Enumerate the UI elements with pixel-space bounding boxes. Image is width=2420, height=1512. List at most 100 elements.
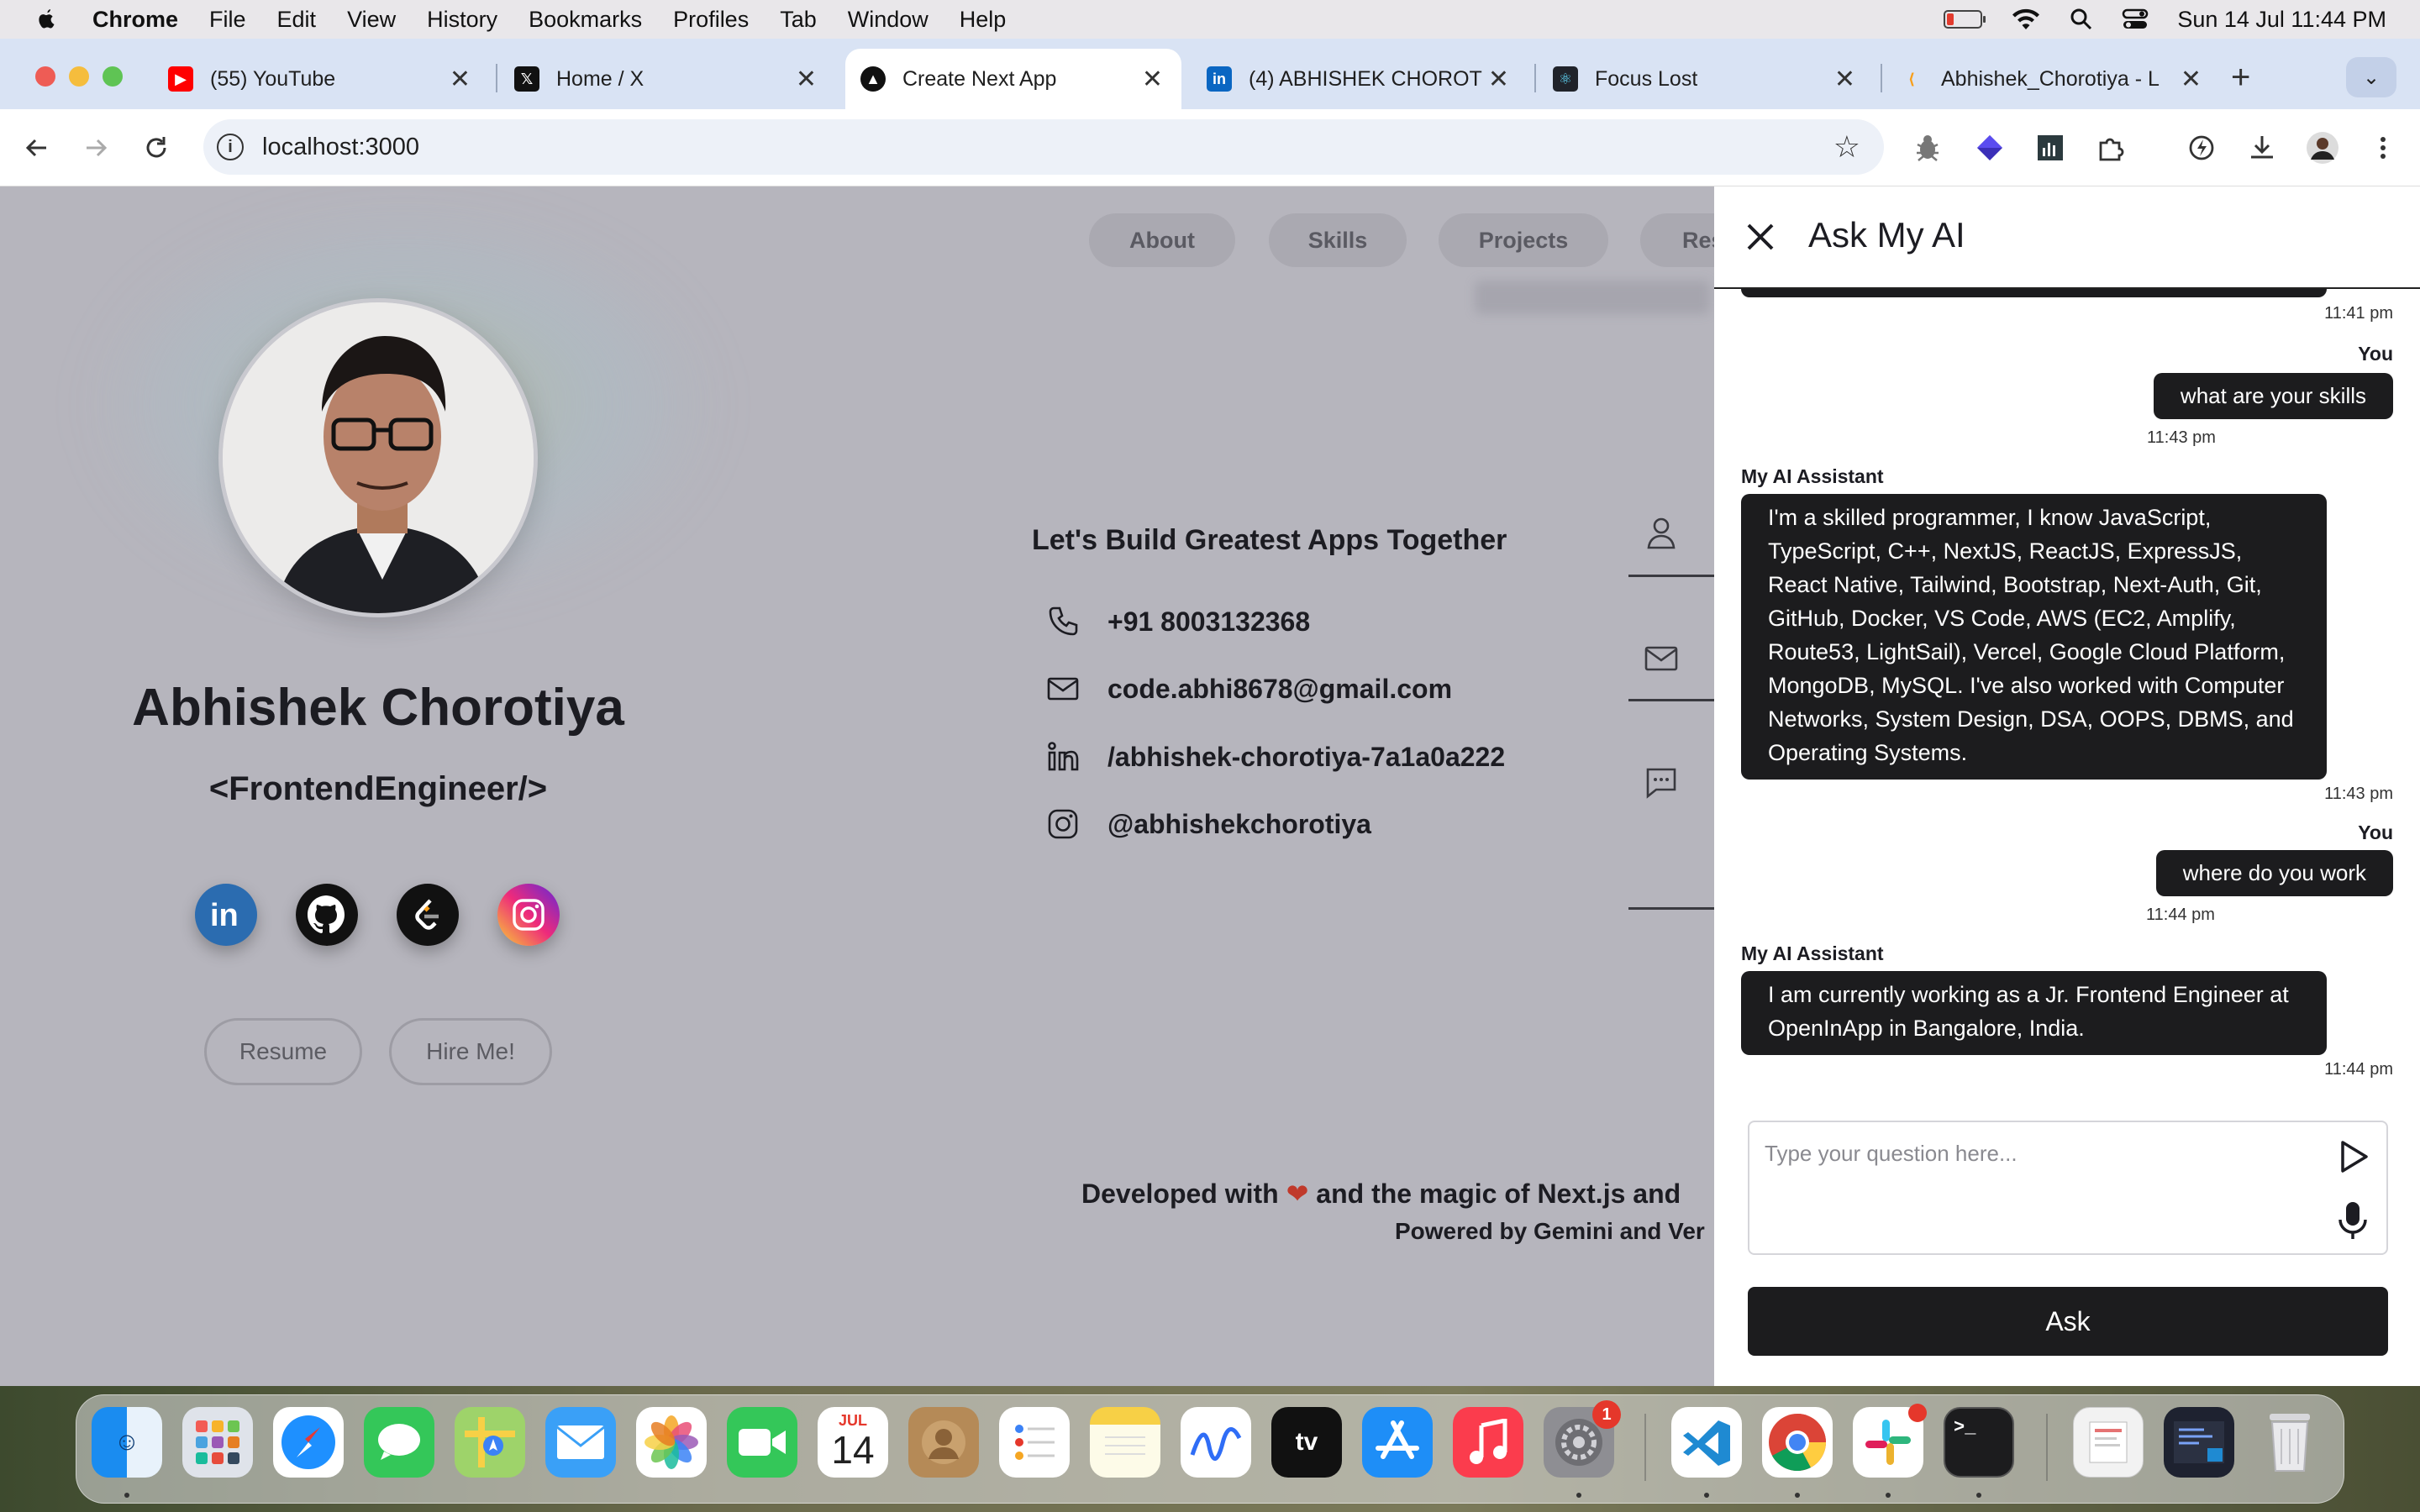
tab-youtube[interactable]: ▶ (55) YouTube ✕ xyxy=(153,49,489,109)
ask-button[interactable]: Ask xyxy=(1748,1287,2388,1356)
notes-icon[interactable] xyxy=(1090,1407,1160,1478)
forward-button[interactable] xyxy=(76,128,116,168)
recent-window-icon[interactable] xyxy=(2164,1407,2234,1478)
mail-icon[interactable] xyxy=(545,1407,616,1478)
maps-icon[interactable] xyxy=(455,1407,525,1478)
window-close-button[interactable] xyxy=(35,66,55,87)
tab-search-button[interactable]: ⌄ xyxy=(2346,57,2396,97)
close-tab-icon[interactable]: ✕ xyxy=(796,65,817,94)
performance-icon[interactable] xyxy=(2183,129,2220,166)
photos-icon[interactable] xyxy=(636,1407,707,1478)
close-icon[interactable] xyxy=(1742,218,1779,255)
menu-bookmarks[interactable]: Bookmarks xyxy=(529,7,642,33)
terminal-icon[interactable]: >_ xyxy=(1944,1407,2014,1478)
instagram-social-button[interactable] xyxy=(497,884,560,946)
download-icon[interactable] xyxy=(2244,129,2281,166)
appletv-icon[interactable]: tv xyxy=(1271,1407,1342,1478)
back-button[interactable] xyxy=(17,128,57,168)
menu-file[interactable]: File xyxy=(209,7,246,33)
message-sender-ai: My AI Assistant xyxy=(1741,942,1884,964)
profile-avatar[interactable] xyxy=(2304,129,2341,166)
chat-messages[interactable]: 11:41 pm You what are your skills 11:43 … xyxy=(1714,289,2420,1129)
contact-phone[interactable]: +91 8003132368 xyxy=(1045,601,1310,643)
close-tab-icon[interactable]: ✕ xyxy=(1142,65,1163,94)
email-field-underline[interactable] xyxy=(1628,699,1714,701)
safari-icon[interactable] xyxy=(273,1407,344,1478)
settings-icon[interactable]: 1 xyxy=(1544,1400,1621,1478)
downloads-stack-icon[interactable] xyxy=(2073,1407,2144,1478)
linkedin-social-button[interactable]: in xyxy=(195,884,257,946)
menu-window[interactable]: Window xyxy=(848,7,929,33)
question-input-box[interactable] xyxy=(1748,1121,2388,1255)
trash-icon[interactable] xyxy=(2254,1407,2325,1478)
site-info-icon[interactable]: i xyxy=(217,134,244,160)
reminders-icon[interactable] xyxy=(999,1407,1070,1478)
menubar-clock[interactable]: Sun 14 Jul 11:44 PM xyxy=(2177,7,2386,33)
tab-leetcode[interactable]: ⟨ Abhishek_Chorotiya - L ✕ xyxy=(1884,49,2220,109)
tab-x[interactable]: 𝕏 Home / X ✕ xyxy=(499,49,835,109)
nav-about[interactable]: About xyxy=(1089,213,1235,267)
browser-toolbar: i localhost:3000 ☆ xyxy=(0,109,2420,186)
close-tab-icon[interactable]: ✕ xyxy=(450,65,471,94)
control-center-icon[interactable] xyxy=(2122,8,2149,31)
address-bar[interactable]: i localhost:3000 ☆ xyxy=(203,119,1884,175)
purple-extension-icon[interactable] xyxy=(1971,129,2008,166)
contact-email[interactable]: code.abhi8678@gmail.com xyxy=(1045,668,1452,710)
menu-edit[interactable]: Edit xyxy=(277,7,317,33)
contact-linkedin[interactable]: /abhishek-chorotiya-7a1a0a222 xyxy=(1045,736,1505,778)
wifi-icon[interactable] xyxy=(2011,8,2041,31)
tab-focus-lost[interactable]: ⚛ Focus Lost ✕ xyxy=(1538,49,1874,109)
freeform-icon[interactable] xyxy=(1181,1407,1251,1478)
menu-help[interactable]: Help xyxy=(960,7,1007,33)
contact-instagram[interactable]: @abhishekchorotiya xyxy=(1045,803,1371,845)
analytics-extension-icon[interactable] xyxy=(2032,129,2069,166)
nav-projects[interactable]: Projects xyxy=(1439,213,1608,267)
message-field-underline[interactable] xyxy=(1628,907,1714,910)
question-input[interactable] xyxy=(1765,1141,2311,1167)
github-social-button[interactable] xyxy=(296,884,358,946)
close-tab-icon[interactable]: ✕ xyxy=(1834,65,1855,94)
menu-tab[interactable]: Tab xyxy=(780,7,817,33)
hire-me-button[interactable]: Hire Me! xyxy=(389,1018,552,1085)
tab-create-next-app[interactable]: ▲ Create Next App ✕ xyxy=(845,49,1181,109)
bug-extension-icon[interactable] xyxy=(1909,129,1946,166)
tab-linkedin[interactable]: in (4) ABHISHEK CHOROT ✕ xyxy=(1192,49,1528,109)
battery-icon[interactable] xyxy=(1944,10,1986,29)
chrome-menu-icon[interactable] xyxy=(2365,129,2402,166)
reload-button[interactable] xyxy=(136,128,176,168)
message-sender-ai: My AI Assistant xyxy=(1741,465,1884,487)
close-tab-icon[interactable]: ✕ xyxy=(2181,65,2202,94)
spotlight-search-icon[interactable] xyxy=(2070,8,2093,31)
facetime-icon[interactable] xyxy=(727,1407,797,1478)
launchpad-icon[interactable] xyxy=(182,1407,253,1478)
menu-history[interactable]: History xyxy=(427,7,497,33)
new-tab-button[interactable]: + xyxy=(2231,59,2250,97)
chrome-icon[interactable] xyxy=(1762,1407,1833,1478)
calendar-icon[interactable]: JUL 14 xyxy=(818,1407,888,1478)
appstore-icon[interactable] xyxy=(1362,1407,1433,1478)
resume-button[interactable]: Resume xyxy=(204,1018,362,1085)
bookmark-star-icon[interactable]: ☆ xyxy=(1833,129,1860,165)
menu-view[interactable]: View xyxy=(347,7,396,33)
vscode-icon[interactable] xyxy=(1671,1407,1742,1478)
contacts-icon[interactable] xyxy=(908,1407,979,1478)
menu-profiles[interactable]: Profiles xyxy=(673,7,749,33)
nav-skills[interactable]: Skills xyxy=(1269,213,1407,267)
address-url[interactable]: localhost:3000 xyxy=(262,134,419,161)
close-tab-icon[interactable]: ✕ xyxy=(1488,65,1509,94)
send-icon[interactable] xyxy=(2334,1137,2373,1176)
microphone-icon[interactable] xyxy=(2334,1200,2371,1242)
apple-icon[interactable] xyxy=(34,7,59,32)
leetcode-social-button[interactable] xyxy=(397,884,459,946)
music-icon[interactable] xyxy=(1453,1407,1523,1478)
slack-icon[interactable] xyxy=(1853,1404,1927,1478)
extensions-puzzle-icon[interactable] xyxy=(2092,129,2129,166)
finder-icon[interactable]: ☺ xyxy=(92,1407,162,1478)
window-zoom-button[interactable] xyxy=(103,66,123,87)
name-field-underline[interactable] xyxy=(1628,575,1714,577)
x-icon: 𝕏 xyxy=(514,66,539,92)
nav-resume[interactable]: Res xyxy=(1640,213,1714,267)
window-minimize-button[interactable] xyxy=(69,66,89,87)
menu-app-name[interactable]: Chrome xyxy=(92,7,178,33)
messages-icon[interactable] xyxy=(364,1407,434,1478)
